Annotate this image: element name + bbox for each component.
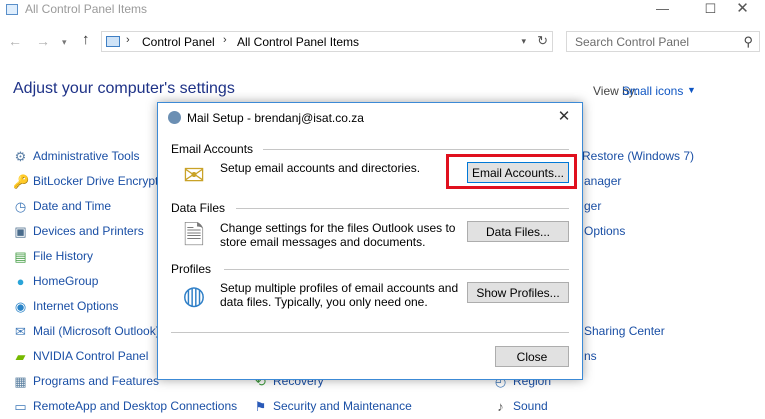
email-accounts-description: Setup email accounts and directories. xyxy=(220,161,421,175)
sound-icon: ♪ xyxy=(497,399,504,414)
breadcrumb-separator-icon[interactable]: › xyxy=(223,34,227,46)
address-dropdown-icon[interactable]: ▾ xyxy=(521,36,526,47)
control-panel-item-label: Devices and Printers xyxy=(33,224,144,238)
profiles-icon: ◍ xyxy=(182,280,206,310)
search-box[interactable]: ⚲ xyxy=(566,31,760,52)
control-panel-location-icon xyxy=(106,36,120,47)
control-panel-item-label: NVIDIA Control Panel xyxy=(33,349,149,363)
control-panel-item-label: Sharing Center xyxy=(584,324,665,338)
control-panel-icon xyxy=(6,4,18,15)
programs-and-features-icon: ▦ xyxy=(14,374,27,389)
group-divider xyxy=(224,269,569,270)
control-panel-item-label: ger xyxy=(584,199,602,213)
control-panel-item-label: Programs and Features xyxy=(33,374,160,388)
dialog-title: Mail Setup - brendanj@isat.co.za xyxy=(187,111,364,125)
recent-locations-icon[interactable]: ▾ xyxy=(62,37,67,48)
control-panel-item-label: ns xyxy=(584,349,597,363)
forward-arrow-icon[interactable]: → xyxy=(36,33,50,49)
view-by-dropdown[interactable]: Small icons xyxy=(622,84,683,98)
control-panel-item-label: BitLocker Drive Encryption xyxy=(33,174,175,188)
breadcrumb-all-items[interactable]: All Control Panel Items xyxy=(237,35,359,49)
refresh-icon[interactable]: ↻ xyxy=(537,33,548,49)
date-and-time-icon: ◷ xyxy=(14,199,27,214)
email-accounts-group-label: Email Accounts xyxy=(171,142,254,156)
profiles-group-label: Profiles xyxy=(171,262,212,276)
show-profiles-button[interactable]: Show Profiles... xyxy=(467,282,569,303)
page-title: Adjust your computer's settings xyxy=(13,80,235,97)
mail-setup-icon xyxy=(168,111,181,124)
breadcrumb-separator-icon[interactable]: › xyxy=(126,34,130,46)
close-button[interactable]: Close xyxy=(495,346,569,367)
profiles-description-line2: data files. Typically, you only need one… xyxy=(220,295,428,309)
data-files-button[interactable]: Data Files... xyxy=(467,221,569,242)
control-panel-item-label: Sound xyxy=(513,399,548,413)
control-panel-item-label: Internet Options xyxy=(33,299,119,313)
bitlocker-drive-encryption-icon: 🔑 xyxy=(13,174,30,189)
window-titlebar: All Control Panel Items — ☐ ✕ xyxy=(0,0,765,20)
search-input[interactable] xyxy=(573,34,737,50)
data-files-group-label: Data Files xyxy=(171,201,226,215)
back-arrow-icon[interactable]: ← xyxy=(8,33,22,49)
mail-microsoft-outlook-icon: ✉ xyxy=(15,324,26,339)
view-by-caret-icon[interactable]: ▼ xyxy=(687,85,696,95)
remoteapp-and-desktop-connections-icon: ▭ xyxy=(14,399,27,414)
devices-and-printers-icon: ▣ xyxy=(14,224,27,239)
security-and-maintenance-icon: ⚑ xyxy=(254,399,267,414)
address-bar[interactable]: › Control Panel › All Control Panel Item… xyxy=(101,31,553,52)
homegroup-icon: ● xyxy=(16,274,25,289)
control-panel-item-label: RemoteApp and Desktop Connections xyxy=(33,399,238,413)
internet-options-icon: ◉ xyxy=(14,299,27,314)
administrative-tools-icon: ⚙ xyxy=(14,149,27,164)
minimize-button[interactable]: — xyxy=(640,0,685,20)
close-window-button[interactable]: ✕ xyxy=(720,0,765,20)
group-divider xyxy=(236,208,569,209)
mail-setup-dialog: Mail Setup - brendanj@isat.co.za ✕ Email… xyxy=(157,102,583,380)
breadcrumb-control-panel[interactable]: Control Panel xyxy=(142,35,215,49)
dialog-divider xyxy=(171,332,569,333)
data-files-description-line1: Change settings for the files Outlook us… xyxy=(220,221,456,235)
window-title: All Control Panel Items xyxy=(25,2,148,16)
email-accounts-icon: ✉ xyxy=(183,160,205,190)
file-history-icon: ▤ xyxy=(14,249,27,264)
control-panel-item-label: Date and Time xyxy=(33,199,112,213)
up-arrow-icon[interactable]: ↑ xyxy=(82,31,90,48)
control-panel-item-label: Options xyxy=(584,224,626,238)
control-panel-item-label: File History xyxy=(33,249,94,263)
group-divider xyxy=(263,149,569,150)
control-panel-item-label: Mail (Microsoft Outlook) xyxy=(33,324,160,338)
profiles-description-line1: Setup multiple profiles of email account… xyxy=(220,281,459,295)
control-panel-item-label: HomeGroup xyxy=(33,274,99,288)
control-panel-item-label: Restore (Windows 7) xyxy=(582,149,695,163)
search-icon[interactable]: ⚲ xyxy=(743,34,753,50)
highlight-box xyxy=(446,154,577,189)
nvidia-control-panel-icon: ▰ xyxy=(15,349,26,364)
control-panel-item-label: anager xyxy=(584,174,622,188)
data-files-icon: 🗎 xyxy=(183,220,205,250)
data-files-description-line2: store email messages and documents. xyxy=(220,235,426,249)
dialog-close-icon[interactable]: ✕ xyxy=(553,107,575,125)
control-panel-item-label: Administrative Tools xyxy=(33,149,140,163)
control-panel-item-label: Security and Maintenance xyxy=(273,399,412,413)
